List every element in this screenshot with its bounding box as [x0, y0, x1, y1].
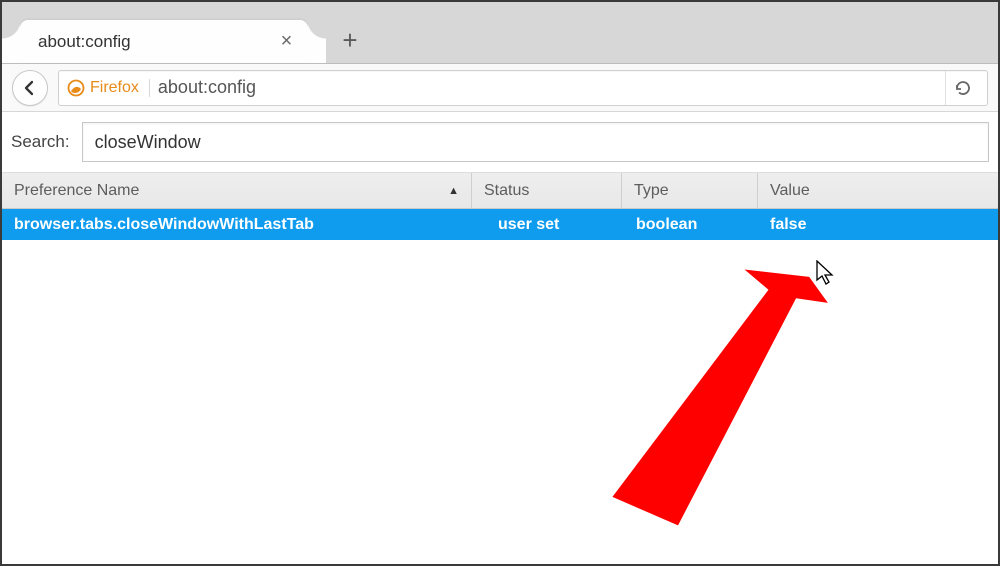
url-text: about:config: [158, 77, 256, 98]
reload-button[interactable]: [945, 71, 979, 105]
pref-status-cell: user set: [472, 216, 622, 234]
browser-tab[interactable]: about:config ×: [20, 20, 308, 63]
annotation-arrow-icon: [562, 262, 842, 552]
tab-strip: about:config × +: [2, 2, 998, 64]
tab-title: about:config: [38, 32, 131, 52]
mouse-cursor-icon: [816, 260, 836, 286]
sort-indicator-icon: ▲: [448, 185, 459, 197]
search-bar: Search:: [2, 112, 998, 173]
header-name-label: Preference Name: [14, 182, 139, 200]
firefox-icon: [67, 79, 85, 97]
close-icon[interactable]: ×: [281, 30, 293, 53]
header-value-label: Value: [770, 182, 810, 200]
header-status-label: Status: [484, 182, 529, 200]
pref-name-cell: browser.tabs.closeWindowWithLastTab: [2, 216, 472, 234]
pref-value-cell: false: [758, 216, 998, 234]
preference-row[interactable]: browser.tabs.closeWindowWithLastTab user…: [2, 209, 998, 240]
url-bar[interactable]: Firefox about:config: [58, 70, 988, 106]
back-button[interactable]: [12, 70, 48, 106]
header-status[interactable]: Status: [472, 173, 622, 208]
header-preference-name[interactable]: Preference Name ▲: [2, 173, 472, 208]
navigation-toolbar: Firefox about:config: [2, 64, 998, 112]
header-type-label: Type: [634, 182, 669, 200]
reload-icon: [954, 79, 972, 97]
pref-type-cell: boolean: [622, 216, 758, 234]
column-headers: Preference Name ▲ Status Type Value: [2, 173, 998, 209]
back-arrow-icon: [22, 80, 38, 96]
header-type[interactable]: Type: [622, 173, 758, 208]
search-input[interactable]: [82, 122, 989, 162]
header-value[interactable]: Value: [758, 173, 998, 208]
new-tab-button[interactable]: +: [342, 25, 357, 63]
identity-label: Firefox: [90, 79, 139, 97]
search-label: Search:: [11, 132, 70, 152]
identity-box[interactable]: Firefox: [67, 79, 150, 97]
